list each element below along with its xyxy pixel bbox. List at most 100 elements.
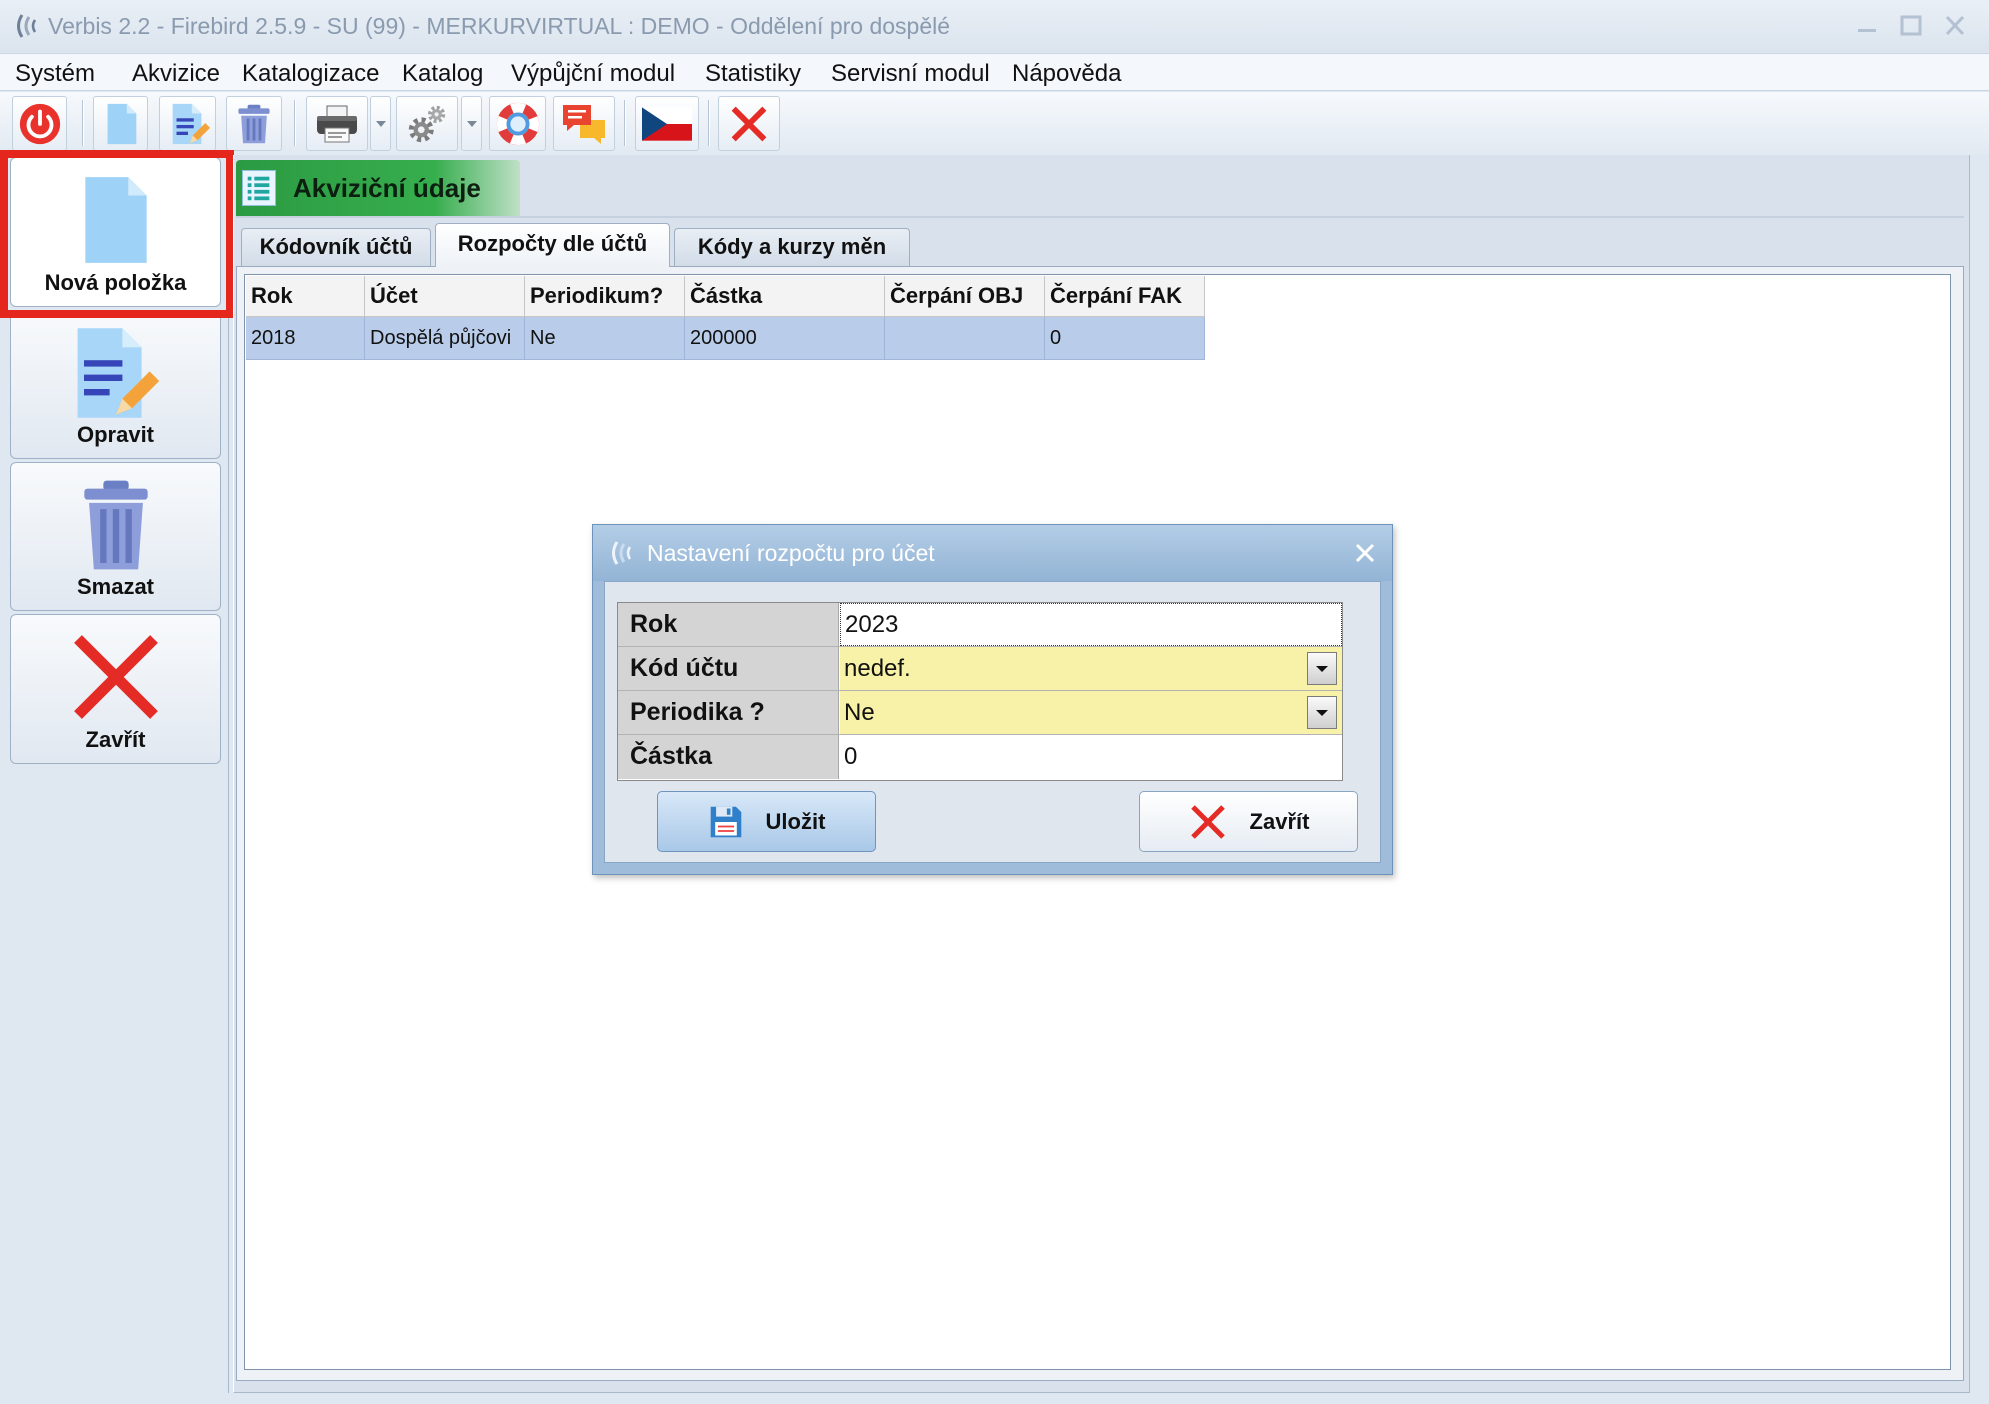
trash-icon bbox=[232, 102, 276, 146]
panel-title: Akviziční údaje bbox=[293, 173, 481, 203]
window-title: Verbis 2.2 - Firebird 2.5.9 - SU (99) - … bbox=[48, 13, 951, 39]
printer-icon bbox=[313, 100, 361, 148]
chevron-down-icon[interactable] bbox=[1307, 696, 1337, 729]
panel-title-tab[interactable]: Akviziční údaje bbox=[236, 160, 520, 216]
close-icon[interactable] bbox=[1940, 12, 1970, 40]
tab-rozpocty-dle-uctu[interactable]: Rozpočty dle účtů bbox=[435, 223, 670, 267]
toolbar bbox=[0, 92, 1989, 155]
menu-item-napoveda[interactable]: Nápověda bbox=[1012, 58, 1121, 90]
menu-item-katalogizace[interactable]: Katalogizace bbox=[242, 58, 379, 90]
close-x-icon bbox=[1188, 802, 1228, 842]
form-row-kod-uctu: Kód účtu nedef. bbox=[618, 647, 1342, 691]
list-icon bbox=[242, 170, 276, 206]
table-cell: Dospělá půjčovi bbox=[365, 317, 525, 359]
close-x-icon bbox=[726, 101, 772, 147]
toolbar-print-button[interactable] bbox=[306, 96, 368, 151]
budget-dialog: Nastavení rozpočtu pro účet Rok Kód účtu… bbox=[592, 524, 1393, 875]
settings-dropdown-button[interactable] bbox=[461, 96, 482, 151]
edit-document-icon bbox=[11, 323, 220, 423]
toolbar-edit-button[interactable] bbox=[159, 96, 216, 151]
form-row-rok: Rok bbox=[618, 603, 1342, 647]
highlight-outline bbox=[0, 150, 234, 318]
column-header-periodikum[interactable]: Periodikum? bbox=[525, 276, 685, 316]
column-header-ucet[interactable]: Účet bbox=[365, 276, 525, 316]
maximize-icon[interactable] bbox=[1896, 12, 1926, 40]
menu-item-statistiky[interactable]: Statistiky bbox=[705, 58, 801, 90]
dropdown-arrow-icon bbox=[375, 120, 387, 128]
menu-item-system[interactable]: Systém bbox=[15, 58, 95, 90]
save-label: Uložit bbox=[765, 808, 826, 834]
help-lifebuoy-icon bbox=[495, 101, 541, 147]
new-document-icon bbox=[98, 101, 144, 147]
floppy-disk-icon bbox=[708, 804, 744, 840]
dialog-title-bar[interactable]: Nastavení rozpočtu pro účet bbox=[593, 525, 1392, 581]
close-icon[interactable] bbox=[1349, 537, 1381, 569]
menu-item-katalog[interactable]: Katalog bbox=[402, 58, 483, 90]
column-header-cerpani-obj[interactable]: Čerpání OBJ bbox=[885, 276, 1045, 316]
column-header-cerpani-fak[interactable]: Čerpání FAK bbox=[1045, 276, 1205, 316]
column-header-rok[interactable]: Rok bbox=[246, 276, 365, 316]
toolbar-separator bbox=[624, 100, 626, 146]
rok-label: Rok bbox=[618, 603, 839, 646]
toolbar-separator bbox=[82, 100, 84, 146]
chat-messages-icon bbox=[560, 100, 608, 148]
czech-flag-icon bbox=[642, 106, 692, 141]
castka-input[interactable] bbox=[840, 735, 1342, 779]
grid-header-row: Rok Účet Periodikum? Částka Čerpání OBJ … bbox=[246, 276, 1205, 317]
chevron-down-icon[interactable] bbox=[1307, 652, 1337, 685]
toolbar-help-button[interactable] bbox=[489, 96, 546, 151]
periodika-select[interactable]: Ne bbox=[840, 691, 1342, 734]
kod-uctu-label: Kód účtu bbox=[618, 647, 839, 690]
column-header-castka[interactable]: Částka bbox=[685, 276, 885, 316]
save-button[interactable]: Uložit bbox=[657, 791, 876, 852]
budget-form: Rok Kód účtu nedef. Periodika ? Ne Částk… bbox=[617, 602, 1343, 781]
verbis-logo-icon bbox=[12, 11, 42, 41]
tab-kody-a-kurzy-men[interactable]: Kódy a kurzy měn bbox=[674, 228, 910, 266]
power-icon bbox=[17, 101, 63, 147]
kod-uctu-value: nedef. bbox=[844, 655, 911, 682]
divider bbox=[236, 216, 1964, 218]
minimize-icon[interactable] bbox=[1852, 12, 1882, 40]
kod-uctu-select[interactable]: nedef. bbox=[840, 647, 1342, 690]
settings-gear-icon bbox=[404, 101, 450, 147]
toolbar-delete-button[interactable] bbox=[226, 96, 282, 151]
edit-button[interactable]: Opravit bbox=[10, 310, 221, 459]
periodika-label: Periodika ? bbox=[618, 691, 839, 734]
dialog-title: Nastavení rozpočtu pro účet bbox=[647, 540, 935, 566]
edit-document-icon bbox=[165, 101, 211, 147]
power-button[interactable] bbox=[12, 96, 67, 151]
delete-label: Smazat bbox=[76, 574, 155, 599]
edit-label: Opravit bbox=[76, 422, 155, 447]
rok-input[interactable] bbox=[840, 603, 1342, 646]
verbis-logo-icon bbox=[607, 538, 637, 568]
dialog-body: Rok Kód účtu nedef. Periodika ? Ne Částk… bbox=[604, 581, 1381, 863]
periodika-value: Ne bbox=[844, 699, 875, 726]
close-button[interactable]: Zavřít bbox=[10, 614, 221, 764]
close-x-icon bbox=[11, 627, 220, 727]
toolbar-close-button[interactable] bbox=[718, 96, 780, 151]
table-row[interactable]: 2018 Dospělá půjčovi Ne 200000 0 bbox=[246, 317, 1205, 360]
form-row-periodika: Periodika ? Ne bbox=[618, 691, 1342, 735]
form-row-castka: Částka bbox=[618, 735, 1342, 779]
table-cell: 0 bbox=[1045, 317, 1205, 359]
table-cell: 2018 bbox=[246, 317, 365, 359]
dialog-close-button[interactable]: Zavřít bbox=[1139, 791, 1358, 852]
window-title-bar: Verbis 2.2 - Firebird 2.5.9 - SU (99) - … bbox=[0, 0, 1989, 52]
toolbar-separator bbox=[294, 100, 296, 146]
print-dropdown-button[interactable] bbox=[370, 96, 391, 151]
menu-item-akvizice[interactable]: Akvizice bbox=[132, 58, 220, 90]
table-cell: Ne bbox=[525, 317, 685, 359]
dialog-close-label: Zavřít bbox=[1249, 808, 1310, 834]
toolbar-language-button[interactable] bbox=[635, 96, 699, 151]
trash-icon bbox=[11, 475, 220, 575]
tab-kodovnik-uctu[interactable]: Kódovník účtů bbox=[241, 228, 431, 266]
menu-item-servisni-modul[interactable]: Servisní modul bbox=[831, 58, 990, 90]
toolbar-settings-button[interactable] bbox=[396, 96, 458, 151]
toolbar-messages-button[interactable] bbox=[553, 96, 615, 151]
toolbar-separator bbox=[708, 100, 710, 146]
close-label: Zavřít bbox=[85, 727, 146, 752]
menu-item-vypujcni-modul[interactable]: Výpůjční modul bbox=[511, 58, 675, 90]
toolbar-new-button[interactable] bbox=[93, 96, 148, 151]
table-cell bbox=[885, 317, 1045, 359]
delete-button[interactable]: Smazat bbox=[10, 462, 221, 611]
